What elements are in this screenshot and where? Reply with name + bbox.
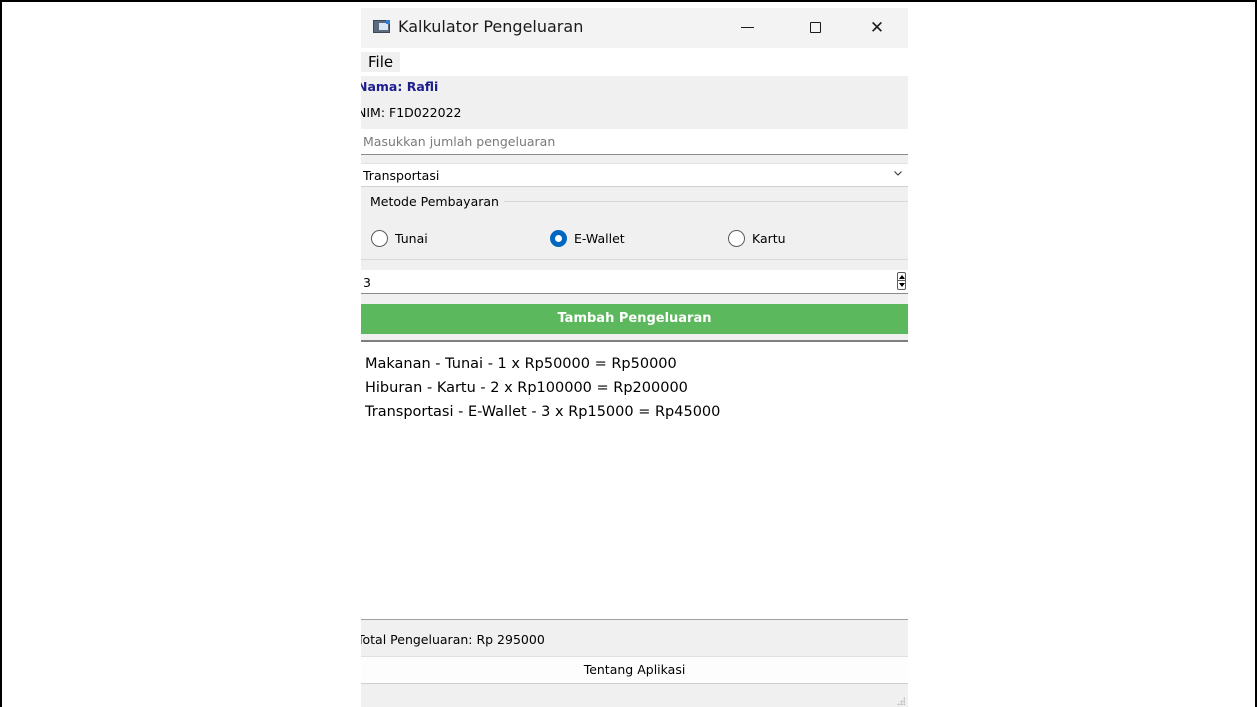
expense-list[interactable]: Makanan - Tunai - 1 x Rp50000 = Rp50000 … xyxy=(361,342,908,620)
radio-tunai-label: Tunai xyxy=(395,231,428,246)
list-item[interactable]: Transportasi - E-Wallet - 3 x Rp15000 = … xyxy=(365,404,720,420)
app-window-icon xyxy=(373,20,390,33)
group-border-bottom xyxy=(361,259,908,260)
radio-unchecked-icon xyxy=(371,230,388,247)
radio-unchecked-icon xyxy=(728,230,745,247)
student-name-label: Nama: Rafli xyxy=(361,79,439,94)
total-label: Total Pengeluaran: Rp 295000 xyxy=(361,632,545,647)
spin-down-icon[interactable] xyxy=(899,283,905,287)
title-bar[interactable]: Kalkulator Pengeluaran ✕ xyxy=(361,8,908,48)
payment-method-group: Metode Pembayaran Tunai E-Wallet Kartu xyxy=(361,194,908,260)
radio-ewallet-label: E-Wallet xyxy=(574,231,625,246)
spin-buttons[interactable] xyxy=(897,272,906,290)
maximize-button[interactable] xyxy=(793,8,839,48)
minimize-button[interactable] xyxy=(724,8,770,48)
app-window: Kalkulator Pengeluaran ✕ File Nama: Rafl… xyxy=(361,8,908,707)
spin-divider xyxy=(898,280,905,281)
radio-kartu-label: Kartu xyxy=(752,231,786,246)
list-item[interactable]: Makanan - Tunai - 1 x Rp50000 = Rp50000 xyxy=(365,356,677,372)
spin-up-icon[interactable] xyxy=(899,275,905,279)
list-item[interactable]: Hiburan - Kartu - 2 x Rp100000 = Rp20000… xyxy=(365,380,688,396)
add-expense-button[interactable]: Tambah Pengeluaran xyxy=(361,304,908,334)
about-button[interactable]: Tentang Aplikasi xyxy=(361,656,908,684)
menu-file[interactable]: File xyxy=(361,52,401,72)
close-button[interactable]: ✕ xyxy=(854,8,900,48)
close-icon: ✕ xyxy=(869,18,885,38)
student-nim-label: NIM: F1D022022 xyxy=(361,105,462,120)
radio-checked-icon xyxy=(550,230,567,247)
category-selected-value: Transportasi xyxy=(363,168,440,183)
quantity-value: 3 xyxy=(363,275,371,290)
quantity-stepper[interactable]: 3 xyxy=(361,270,908,294)
window-title: Kalkulator Pengeluaran xyxy=(398,17,584,36)
status-bar xyxy=(361,684,908,707)
minimize-icon xyxy=(741,27,754,28)
category-select[interactable]: Transportasi xyxy=(361,163,908,187)
amount-input[interactable] xyxy=(361,129,908,155)
menu-bar: File xyxy=(361,48,908,76)
maximize-icon xyxy=(810,22,821,33)
group-border-top xyxy=(504,201,908,202)
size-grip-icon[interactable] xyxy=(897,697,905,705)
payment-method-title: Metode Pembayaran xyxy=(370,194,499,209)
chevron-down-icon xyxy=(894,171,902,176)
